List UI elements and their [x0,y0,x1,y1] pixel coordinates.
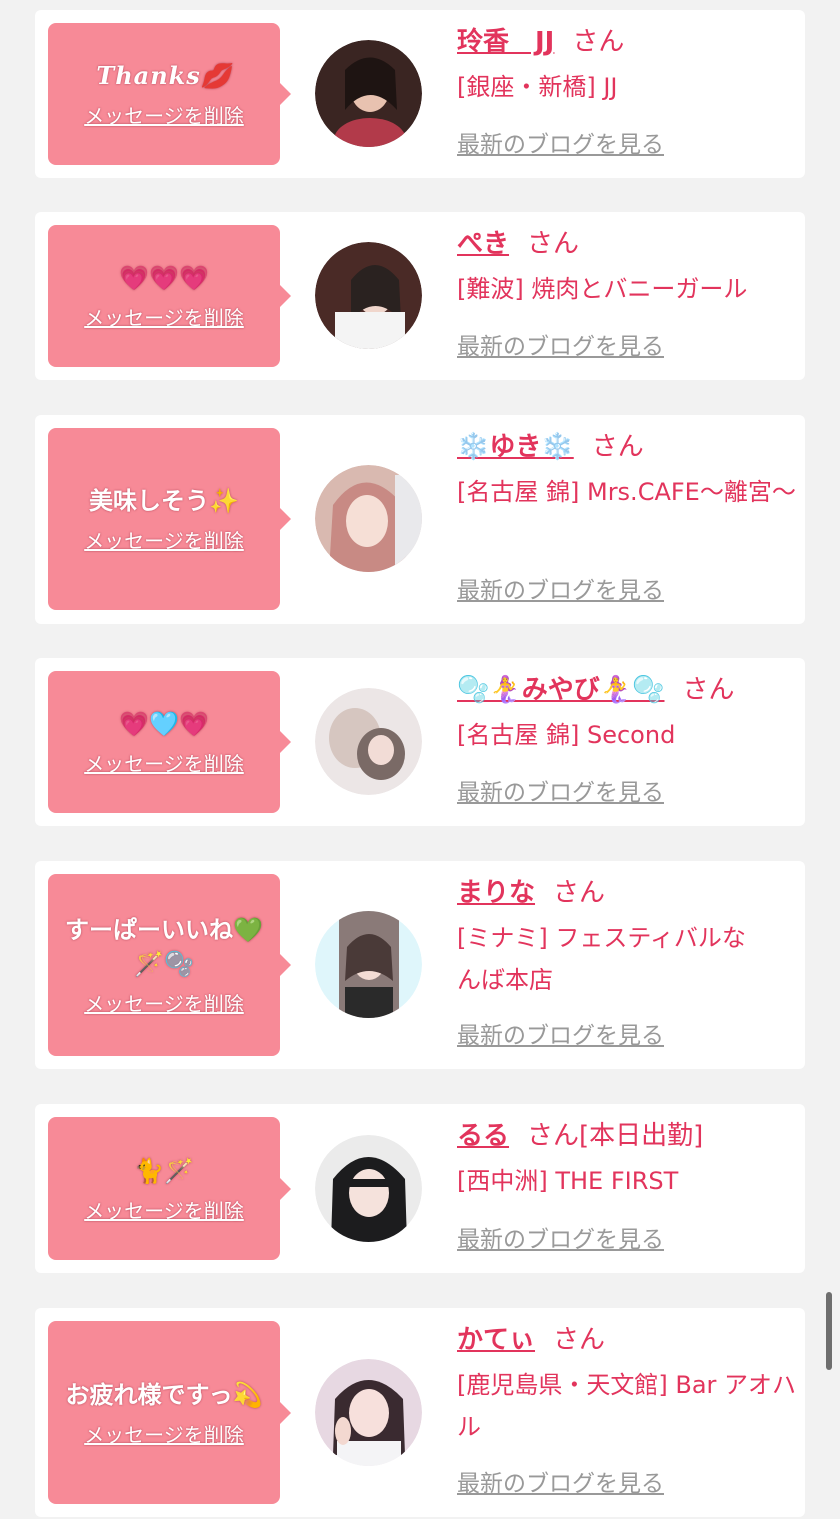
message-text: すーぱーいいね💚🪄🫧 [65,916,263,978]
shop-label: [鹿児島県・天文館] Bar アオハル [457,1371,797,1441]
card-info: るる さん[本日出勤] [西中洲] THE FIRST [457,1118,797,1202]
honorific: さん [553,1325,606,1355]
delete-message-link[interactable]: メッセージを削除 [84,103,244,129]
list-item: Thanks💋 メッセージを削除 玲香 JJ さん [銀座・新橋] JJ 最新のブ… [35,10,805,178]
avatar[interactable] [315,1359,422,1466]
view-blog-link[interactable]: 最新のブログを見る [457,1019,664,1053]
avatar[interactable] [315,688,422,795]
shop-label: [名古屋 錦] Second [457,721,676,749]
message-text: 💗🩵💗 [119,710,209,738]
shop-label: [名古屋 錦] Mrs.CAFE〜離宮〜 [457,478,796,506]
scrollbar-thumb[interactable] [826,1292,832,1370]
name-row: かてぃ さん [457,1322,797,1358]
message-text: 美味しそう✨ [89,487,239,515]
view-blog-link[interactable]: 最新のブログを見る [457,574,664,608]
name-row: ぺき さん [457,226,797,262]
user-name-link[interactable]: かてぃ [457,1325,535,1355]
message-bubble: 💗💗💗 メッセージを削除 [48,225,291,367]
list-item: お疲れ様ですっ💫 メッセージを削除 かてぃ さん [鹿児島県・天文館] Bar ア… [35,1308,805,1517]
name-row: るる さん[本日出勤] [457,1118,797,1154]
avatar[interactable] [315,465,422,572]
honorific: さん [527,229,580,259]
delete-message-link[interactable]: メッセージを削除 [84,305,244,331]
name-row: 🫧🧜‍♀️みやび🧜‍♀️🫧 さん [457,672,797,708]
message-bubble: すーぱーいいね💚🪄🫧 メッセージを削除 [48,874,291,1056]
delete-message-link[interactable]: メッセージを削除 [84,991,244,1017]
honorific: さん [572,27,625,57]
message-text: お疲れ様ですっ💫 [65,1380,263,1409]
name-row: ❄️ゆき❄️ さん [457,429,797,465]
honorific: さん [553,878,606,908]
card-info: ぺき さん [難波] 焼肉とバニーガール [457,226,797,310]
honorific: さん [682,675,735,705]
message-bubble: 🐈🪄 メッセージを削除 [48,1117,291,1260]
view-blog-link[interactable]: 最新のブログを見る [457,1467,664,1501]
attendance-suffix: [本日出勤] [579,1121,704,1151]
user-name-link[interactable]: まりな [457,878,535,908]
avatar[interactable] [315,40,422,147]
message-bubble: Thanks💋 メッセージを削除 [48,23,291,165]
user-name-link[interactable]: るる [457,1121,509,1151]
shop-label: [ミナミ] フェスティバルなんば本店 [457,924,746,994]
name-row: 玲香 JJ さん [457,24,797,60]
avatar[interactable] [315,911,422,1018]
user-name-link[interactable]: 🫧🧜‍♀️みやび🧜‍♀️🫧 [457,675,665,705]
view-blog-link[interactable]: 最新のブログを見る [457,776,664,810]
list-item: 美味しそう✨ メッセージを削除 ❄️ゆき❄️ さん [名古屋 錦] Mrs.CAF… [35,415,805,624]
shop-label: [銀座・新橋] JJ [457,73,618,101]
message-text: Thanks💋 [96,61,232,90]
list-item: 💗💗💗 メッセージを削除 ぺき さん [難波] 焼肉とバニーガール 最新のブログを… [35,212,805,380]
list-item: 💗🩵💗 メッセージを削除 🫧🧜‍♀️みやび🧜‍♀️🫧 さん [名古屋 錦] Sec… [35,658,805,826]
message-text: 🐈🪄 [134,1156,194,1185]
message-bubble: お疲れ様ですっ💫 メッセージを削除 [48,1321,291,1504]
avatar[interactable] [315,1135,422,1242]
card-info: まりな さん [ミナミ] フェスティバルなんば本店 [457,875,797,1001]
card-info: かてぃ さん [鹿児島県・天文館] Bar アオハル [457,1322,797,1448]
message-text: 💗💗💗 [119,264,209,292]
delete-message-link[interactable]: メッセージを削除 [84,751,244,777]
delete-message-link[interactable]: メッセージを削除 [84,1198,244,1224]
view-blog-link[interactable]: 最新のブログを見る [457,128,664,162]
user-name-link[interactable]: ぺき [457,229,509,259]
view-blog-link[interactable]: 最新のブログを見る [457,1223,664,1257]
delete-message-link[interactable]: メッセージを削除 [84,528,244,554]
shop-label: [西中洲] THE FIRST [457,1167,679,1195]
message-bubble: 美味しそう✨ メッセージを削除 [48,428,291,610]
view-blog-link[interactable]: 最新のブログを見る [457,330,664,364]
user-name-link[interactable]: 玲香 JJ [457,27,554,57]
honorific: さん [527,1121,580,1151]
avatar[interactable] [315,242,422,349]
card-info: ❄️ゆき❄️ さん [名古屋 錦] Mrs.CAFE〜離宮〜 [457,429,797,513]
shop-label: [難波] 焼肉とバニーガール [457,275,748,303]
honorific: さん [591,432,644,462]
user-name-link[interactable]: ❄️ゆき❄️ [457,432,574,462]
card-info: 🫧🧜‍♀️みやび🧜‍♀️🫧 さん [名古屋 錦] Second [457,672,797,756]
message-bubble: 💗🩵💗 メッセージを削除 [48,671,291,813]
delete-message-link[interactable]: メッセージを削除 [84,1422,244,1448]
list-item: すーぱーいいね💚🪄🫧 メッセージを削除 まりな さん [ミナミ] フェスティバルな… [35,861,805,1069]
name-row: まりな さん [457,875,797,911]
card-info: 玲香 JJ さん [銀座・新橋] JJ [457,24,797,108]
list-item: 🐈🪄 メッセージを削除 るる さん[本日出勤] [西中洲] THE FIRST 最… [35,1104,805,1273]
